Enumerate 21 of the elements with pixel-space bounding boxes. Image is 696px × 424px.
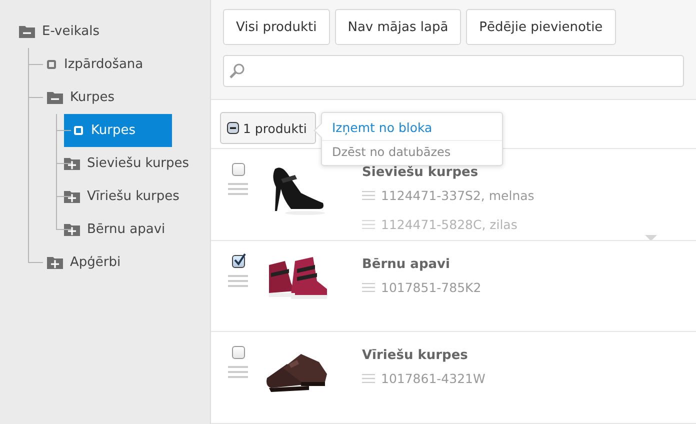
menu-item[interactable]: Dzēst no datubāzes bbox=[322, 141, 502, 162]
product-name: Sieviešu kurpes bbox=[362, 165, 480, 180]
tree-item[interactable]: Sieviešu kurpes bbox=[64, 147, 198, 180]
tree-item[interactable]: Apģērbi bbox=[47, 246, 129, 279]
tree-item[interactable]: Vīriešu kurpes bbox=[64, 180, 188, 213]
variant-code: 1017851-785K2 bbox=[381, 280, 482, 295]
tree-item[interactable]: Kurpes bbox=[64, 114, 172, 147]
filter-button[interactable]: Pēdējie pievienotie bbox=[466, 9, 616, 45]
tree-item[interactable]: Bērnu apavi bbox=[64, 213, 174, 246]
tree-item[interactable]: Izpārdošana bbox=[47, 48, 152, 81]
tree-item[interactable]: Kurpes bbox=[47, 81, 122, 114]
product-name: Bērnu apavi bbox=[362, 256, 451, 272]
bulk-select-button[interactable]: 1 produkti bbox=[220, 112, 316, 144]
variant-code: 1124471-337S2, melnas bbox=[381, 188, 534, 204]
filter-button[interactable]: Visi produkti bbox=[223, 9, 330, 45]
menu-item[interactable]: Izņemt no bloka bbox=[322, 117, 502, 141]
tree-item[interactable]: E-veikals bbox=[19, 15, 108, 48]
variant-code: 1017861-4321W bbox=[381, 371, 486, 386]
variant-code: 1124471-5828C, zilas bbox=[381, 217, 518, 232]
filter-button[interactable]: Nav mājas lapā bbox=[334, 9, 462, 45]
product-name: Vīriešu kurpes bbox=[362, 348, 469, 364]
